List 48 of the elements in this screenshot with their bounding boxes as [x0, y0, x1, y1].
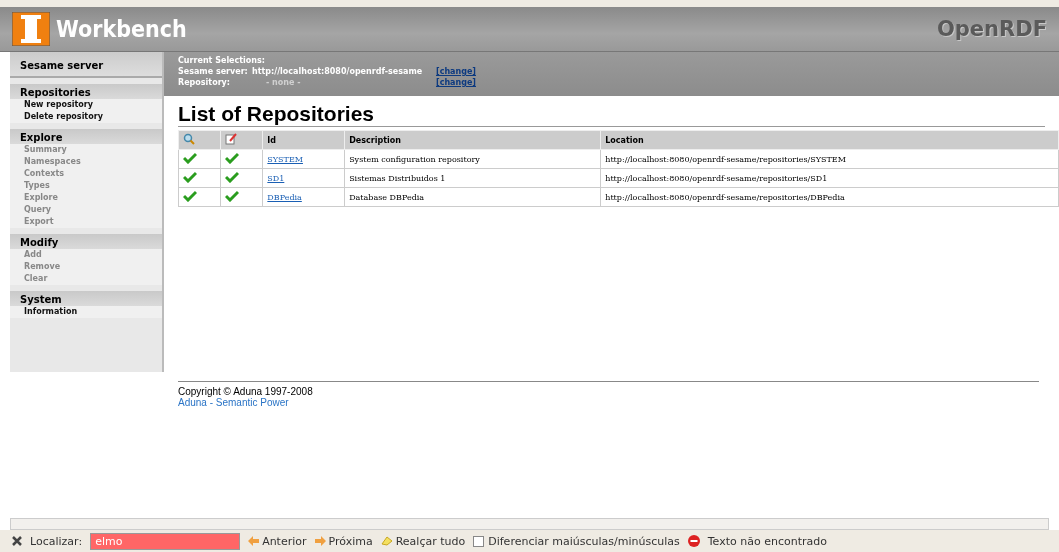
section-heading: Modify [10, 234, 162, 249]
column-header: Location [600, 130, 1059, 150]
section-heading: System [10, 291, 162, 306]
column-header: Id [262, 130, 345, 150]
logo-icon [12, 12, 50, 46]
brand-logo: OpenRDF [936, 17, 1047, 41]
page-title: List of Repositories [178, 102, 1045, 127]
error-icon [687, 535, 700, 547]
selections-heading: Current Selections: [178, 56, 266, 65]
find-status: Texto não encontrado [707, 534, 827, 548]
selection-label: Repository: [178, 78, 231, 87]
find-field[interactable]: elmo [90, 532, 241, 550]
footer-link[interactable]: Aduna - Semantic Power [178, 397, 289, 408]
match-case-checkbox[interactable]: Diferenciar maiúsculas/minúsculas [473, 534, 680, 548]
table-cell: Database DBPedia [344, 187, 601, 207]
next-button[interactable]: Próxima [314, 534, 373, 548]
repository-link[interactable]: SYSTEM [267, 154, 303, 164]
right-arrow-icon [314, 536, 326, 546]
selection-value: - none - [265, 78, 302, 87]
menu-item[interactable]: New repository [10, 99, 162, 111]
left-arrow-icon [248, 536, 260, 546]
selection-value: http://localhost:8080/openrdf-sesame [252, 67, 424, 76]
highlighter-icon [380, 536, 393, 546]
selection-label: Sesame server: [178, 67, 248, 76]
copyright-text: Copyright © Aduna 1997-2008 [178, 386, 314, 397]
menu-item[interactable]: Delete repository [10, 111, 162, 123]
highlight-button[interactable]: Realçar tudo [380, 534, 466, 548]
app-title: Workbench [56, 16, 187, 42]
change-link[interactable]: [change] [436, 78, 476, 87]
horizontal-scrollbar[interactable] [10, 518, 1049, 530]
change-link[interactable]: [change] [436, 67, 476, 76]
section-heading: Explore [10, 129, 162, 144]
find-label: Localizar: [30, 534, 83, 548]
previous-button[interactable]: Anterior [248, 534, 307, 548]
table-cell: Sistemas Distribuidos 1 [344, 168, 601, 188]
menu-item[interactable]: Information [10, 306, 162, 318]
repository-link[interactable]: DBPedia [267, 192, 302, 202]
section-heading: Repositories [10, 84, 162, 99]
search-icon [183, 133, 195, 145]
table-cell: http://localhost:8080/openrdf-sesame/repositories/SD1 [600, 168, 1059, 188]
edit-icon [225, 133, 238, 145]
sidebar-title: Sesame server [10, 52, 162, 78]
close-icon[interactable] [12, 536, 22, 546]
column-header: Description [344, 130, 601, 150]
table-cell: http://localhost:8080/openrdf-sesame/repositories/SYSTEM [600, 149, 1059, 169]
repository-link[interactable]: SD1 [267, 173, 285, 183]
table-cell: http://localhost:8080/openrdf-sesame/repositories/DBPedia [600, 187, 1059, 207]
table-cell: System configuration repository [344, 149, 601, 169]
